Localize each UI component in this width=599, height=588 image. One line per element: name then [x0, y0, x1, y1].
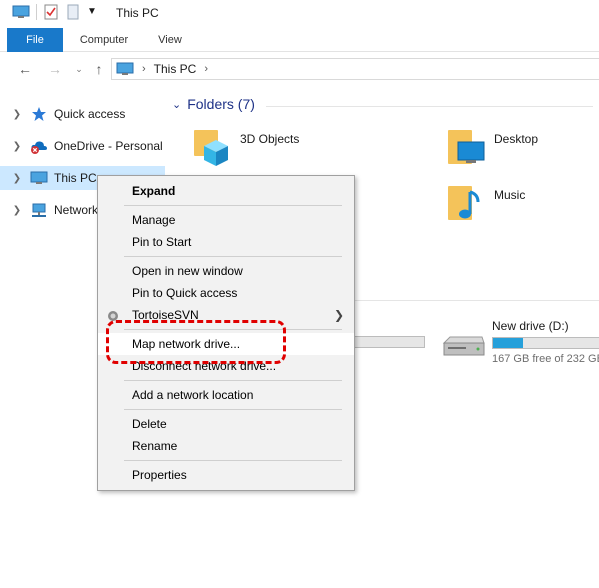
drive-usage-bar-partial — [349, 336, 425, 348]
menu-item-properties[interactable]: Properties — [98, 464, 354, 486]
folder-music[interactable]: Music — [444, 180, 525, 224]
back-arrow-icon[interactable]: ← — [16, 60, 34, 78]
chevron-right-icon[interactable]: › — [204, 63, 208, 75]
3d-objects-icon — [190, 124, 234, 168]
address-bar: ← → ⌄ ↑ › This PC › — [0, 53, 599, 85]
menu-separator — [124, 409, 342, 410]
folder-label: Music — [494, 188, 526, 202]
sidebar-item-label: Network — [54, 203, 99, 217]
folder-desktop[interactable]: Desktop — [444, 124, 538, 168]
customize-toolbar-icon[interactable]: ▼ — [87, 4, 97, 20]
sidebar-item-quick-access[interactable]: ❯ Quick access — [0, 102, 165, 126]
sidebar-item-label: Quick access — [54, 107, 126, 121]
menu-separator — [124, 256, 342, 257]
group-divider — [266, 106, 593, 107]
chevron-down-icon[interactable]: ⌄ — [172, 98, 181, 111]
expand-chevron-icon[interactable]: ❯ — [8, 205, 26, 216]
folders-header-label: Folders (7) — [187, 96, 255, 112]
computer-icon — [30, 170, 48, 186]
drive-free-space: 167 GB free of 232 GB — [492, 353, 599, 365]
music-folder-icon — [444, 180, 488, 224]
title-bar: ▼ This PC — [0, 0, 599, 28]
cloud-icon — [30, 138, 48, 154]
menu-item-add-network-location[interactable]: Add a network location — [98, 384, 354, 406]
menu-item-rename[interactable]: Rename — [98, 435, 354, 457]
menu-item-delete[interactable]: Delete — [98, 413, 354, 435]
chevron-right-icon[interactable]: › — [142, 63, 146, 75]
menu-item-manage[interactable]: Manage — [98, 209, 354, 231]
window-title: This PC — [116, 6, 159, 20]
drive-label: New drive (D:) — [492, 319, 569, 333]
sidebar-item-label: OneDrive - Personal — [54, 139, 163, 153]
breadcrumb[interactable]: › This PC › — [111, 58, 599, 80]
quick-access-toolbar: ▼ — [12, 4, 97, 20]
tab-computer[interactable]: Computer — [74, 28, 134, 52]
expand-chevron-icon[interactable]: ❯ — [8, 109, 26, 120]
computer-icon — [116, 62, 134, 76]
menu-item-expand[interactable]: Expand — [98, 180, 354, 202]
sidebar-item-label: This PC — [54, 171, 97, 185]
drive-new-drive-d[interactable]: New drive (D:) 167 GB free of 232 GB — [442, 319, 599, 365]
toolbar-divider — [36, 4, 37, 20]
submenu-arrow-icon: ❯ — [333, 308, 344, 322]
highlight-annotation — [106, 320, 286, 364]
recent-locations-icon[interactable]: ⌄ — [70, 60, 88, 78]
ribbon-tabs: File Computer View — [0, 28, 599, 52]
folder-label: 3D Objects — [240, 132, 300, 146]
expand-chevron-icon[interactable]: ❯ — [8, 173, 26, 184]
breadcrumb-this-pc[interactable]: This PC — [154, 62, 197, 76]
expand-chevron-icon[interactable]: ❯ — [8, 141, 26, 152]
drive-usage-bar — [492, 337, 599, 349]
tab-view[interactable]: View — [150, 28, 190, 52]
tab-file[interactable]: File — [7, 28, 63, 52]
folders-group-header[interactable]: ⌄ Folders (7) — [172, 96, 255, 112]
properties-icon[interactable] — [43, 4, 59, 20]
sidebar-item-onedrive[interactable]: ❯ OneDrive - Personal — [0, 134, 165, 158]
up-arrow-icon[interactable]: ↑ — [90, 60, 108, 78]
forward-arrow-icon[interactable]: → — [46, 60, 64, 78]
menu-item-pin-to-quick-access[interactable]: Pin to Quick access — [98, 282, 354, 304]
menu-separator — [124, 380, 342, 381]
desktop-folder-icon — [444, 124, 488, 168]
hard-drive-icon — [442, 335, 486, 357]
menu-separator — [124, 205, 342, 206]
group-divider — [349, 300, 599, 301]
computer-icon — [12, 5, 30, 19]
menu-item-open-in-new-window[interactable]: Open in new window — [98, 260, 354, 282]
network-icon — [30, 202, 48, 218]
folder-label: Desktop — [494, 132, 539, 146]
star-icon — [30, 106, 48, 122]
menu-item-pin-to-start[interactable]: Pin to Start — [98, 231, 354, 253]
folder-3d-objects[interactable]: 3D Objects — [190, 124, 299, 168]
new-folder-icon[interactable] — [65, 4, 81, 20]
menu-separator — [124, 460, 342, 461]
